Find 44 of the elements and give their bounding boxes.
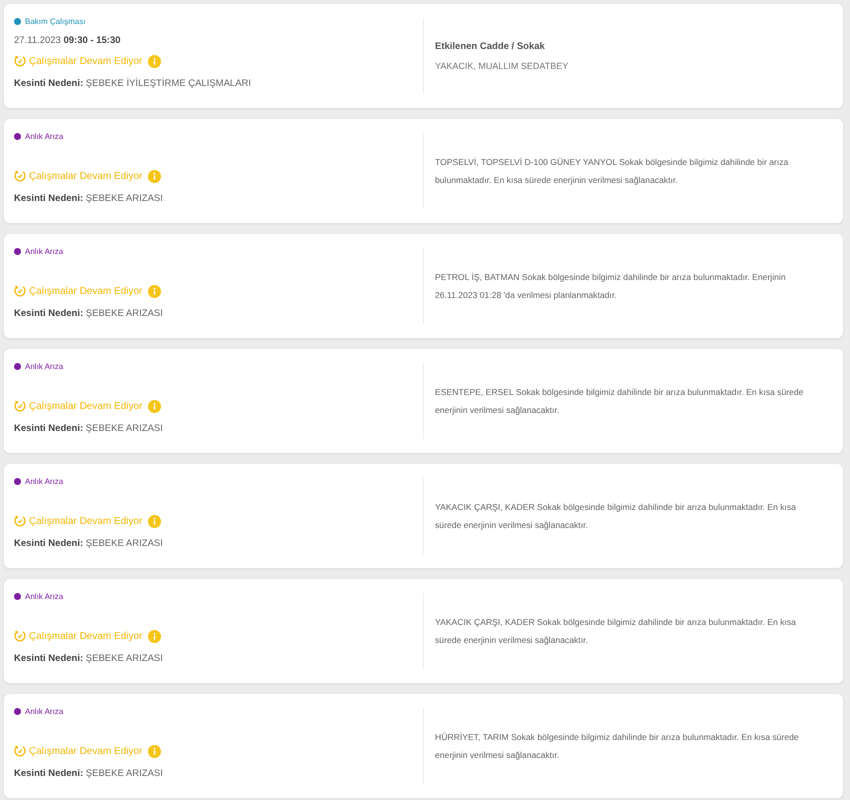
circular-arrow-icon	[14, 170, 26, 182]
outage-reason-text: Kesinti Nedeni: ŞEBEKE ARIZASI	[14, 768, 163, 779]
outage-description-text: YAKACIK ÇARŞI, KADER Sokak bölgesinde bilgimiz dahilinde bir arıza bulunmaktadır. En kısa sürede enerjinin verilmesi sağlanacaktır.	[435, 616, 797, 647]
outage-type-label: Anlık Arıza	[25, 362, 64, 370]
outage-type-label: Anlık Arıza	[25, 246, 64, 256]
outage-reason-text: Kesinti Nedeni: ŞEBEKE ARIZASI	[14, 193, 163, 204]
outage-description-text: TOPSELVİ, TOPSELVİ D-100 GÜNEY YANYOL Sokak bölgesinde bilgimiz dahilinde bir arıza bulunmaktadır. En kısa sürede enerjinin verilmesi sağlanacaktır.	[435, 156, 790, 187]
outage-reason-text: Kesinti Nedeni: ŞEBEKE ARIZASI	[14, 423, 163, 434]
outage-description-text: ESENTEPE, ERSEL Sokak bölgesinde bilgimiz dahilinde bir arıza bulunmaktadır. En kısa sürede enerjinin verilmesi sağlanacaktır.	[435, 386, 804, 417]
outage-type-label: Bakım Çalışması	[25, 16, 86, 26]
circular-arrow-icon	[14, 55, 26, 67]
outage-type-label: Anlık Arıza	[25, 706, 64, 716]
outage-reason-text: Kesinti Nedeni: ŞEBEKE ARIZASI	[14, 308, 163, 319]
circular-arrow-icon	[14, 285, 26, 297]
circular-arrow-icon	[14, 745, 26, 757]
status-text: Çalışmalar Devam Ediyor	[29, 170, 142, 182]
info-icon[interactable]	[148, 54, 162, 68]
circular-arrow-icon	[14, 515, 26, 527]
info-icon[interactable]	[148, 744, 162, 758]
info-icon[interactable]	[148, 630, 162, 642]
outage-type-label: Anlık Arıza	[25, 592, 64, 600]
status-text: Çalışmalar Devam Ediyor	[29, 56, 142, 66]
status-text: Çalışmalar Devam Ediyor	[29, 400, 142, 412]
info-icon[interactable]	[148, 284, 162, 298]
status-text: Çalışmalar Devam Ediyor	[29, 516, 142, 526]
status-text: Çalışmalar Devam Ediyor	[29, 286, 142, 296]
status-text: Çalışmalar Devam Ediyor	[29, 630, 142, 642]
outage-description-text: HÜRRİYET, TARIM Sokak bölgesinde bilgimiz dahilinde bir arıza bulunmaktadır. En kısa sürede enerjinin verilmesi sağlanacaktır.	[435, 731, 800, 762]
info-icon[interactable]	[148, 170, 162, 182]
outage-description-text: PETROL İŞ, BATMAN Sokak bölgesinde bilgimiz dahilinde bir arıza bulunmaktadır. Enerjinin 26.11.2023 01:28 'da verilmesi planlanmaktadır.	[435, 271, 787, 302]
outage-description-text: YAKACIK ÇARŞI, KADER Sokak bölgesinde bilgimiz dahilinde bir arıza bulunmaktadır. En kısa sürede enerjinin verilmesi sağlanacaktır.	[435, 501, 797, 532]
circular-arrow-icon	[14, 630, 26, 642]
info-icon[interactable]	[148, 400, 162, 412]
outage-reason-text: Kesinti Nedeni: ŞEBEKE ARIZASI	[14, 538, 163, 549]
outage-type-label: Anlık Arıza	[25, 132, 64, 140]
outage-reason-text: Kesinti Nedeni: ŞEBEKE İYİLEŞTİRME ÇALIŞMALARI	[14, 78, 252, 89]
affected-streets-text: YAKACIK, MUALLIM SEDATBEY	[435, 61, 568, 71]
affected-streets-heading: Etkilenen Cadde / Sokak	[435, 41, 545, 52]
status-text: Çalışmalar Devam Ediyor	[29, 746, 142, 756]
circular-arrow-icon	[14, 400, 26, 412]
info-icon[interactable]	[148, 514, 162, 528]
date-time-text: 27.11.2023 09:30 - 15:30	[14, 34, 121, 46]
outage-type-label: Anlık Arıza	[25, 476, 64, 486]
outage-reason-text: Kesinti Nedeni: ŞEBEKE ARIZASI	[14, 653, 163, 664]
